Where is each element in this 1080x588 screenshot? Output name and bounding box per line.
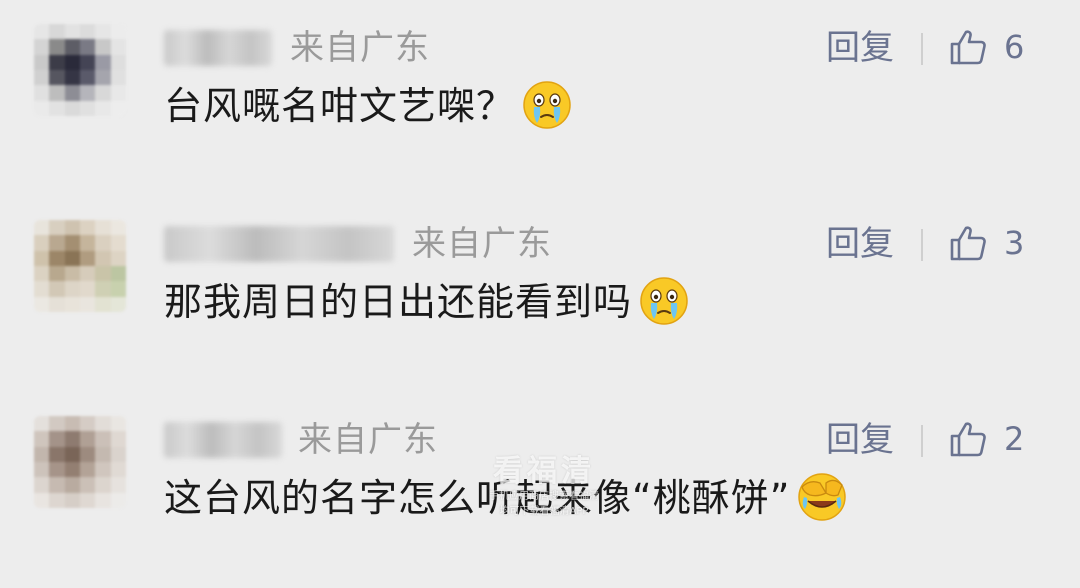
comment-text: 台风嘅名咁文艺㗎？ [164,80,573,135]
like-count: 3 [1004,224,1025,262]
location-label: 来自广东 [298,420,438,460]
comment-text-content: 这台风的名字怎么听起来像“桃酥饼” [164,476,791,520]
crying-face-icon [523,80,571,129]
comment-item: 来自广东 回复 6 台风嘅名咁文艺㗎？ [0,0,1080,196]
comment-text-content: 台风嘅名咁文艺㗎？ [164,84,516,128]
avatar[interactable] [34,24,126,116]
like-button[interactable]: 6 [948,23,1024,71]
thumbs-up-icon [950,30,986,65]
thumbs-up-icon [950,226,986,261]
avatar[interactable] [34,416,126,508]
comment-text: 那我周日的日出还能看到吗 [164,276,690,331]
reply-button[interactable]: 回复 [826,419,894,461]
reply-button[interactable]: 回复 [826,27,894,69]
like-button[interactable]: 2 [948,415,1024,463]
comment-item: 来自广东 回复 3 那我周日的日出还能看到吗 [0,196,1080,392]
comment-text-content: 那我周日的日出还能看到吗 [164,280,633,324]
comment-text: 这台风的名字怎么听起来像“桃酥饼” [164,472,848,527]
location-label: 来自广东 [290,28,430,68]
divider [921,229,923,261]
username-blurred[interactable] [164,422,282,458]
crying-face-icon [640,276,688,325]
divider [921,33,923,65]
like-count: 6 [1004,28,1025,66]
thumbs-up-icon [950,422,986,457]
divider [921,425,923,457]
like-count: 2 [1004,420,1025,458]
facepalm-face-icon [798,472,847,521]
username-blurred[interactable] [164,226,394,262]
avatar[interactable] [34,220,126,312]
location-label: 来自广东 [412,224,552,264]
username-blurred[interactable] [164,30,272,66]
comment-item: 来自广东 回复 2 这台风的名字怎么听起来像“桃酥饼” [0,392,1080,588]
reply-button[interactable]: 回复 [826,223,894,265]
like-button[interactable]: 3 [948,219,1024,267]
